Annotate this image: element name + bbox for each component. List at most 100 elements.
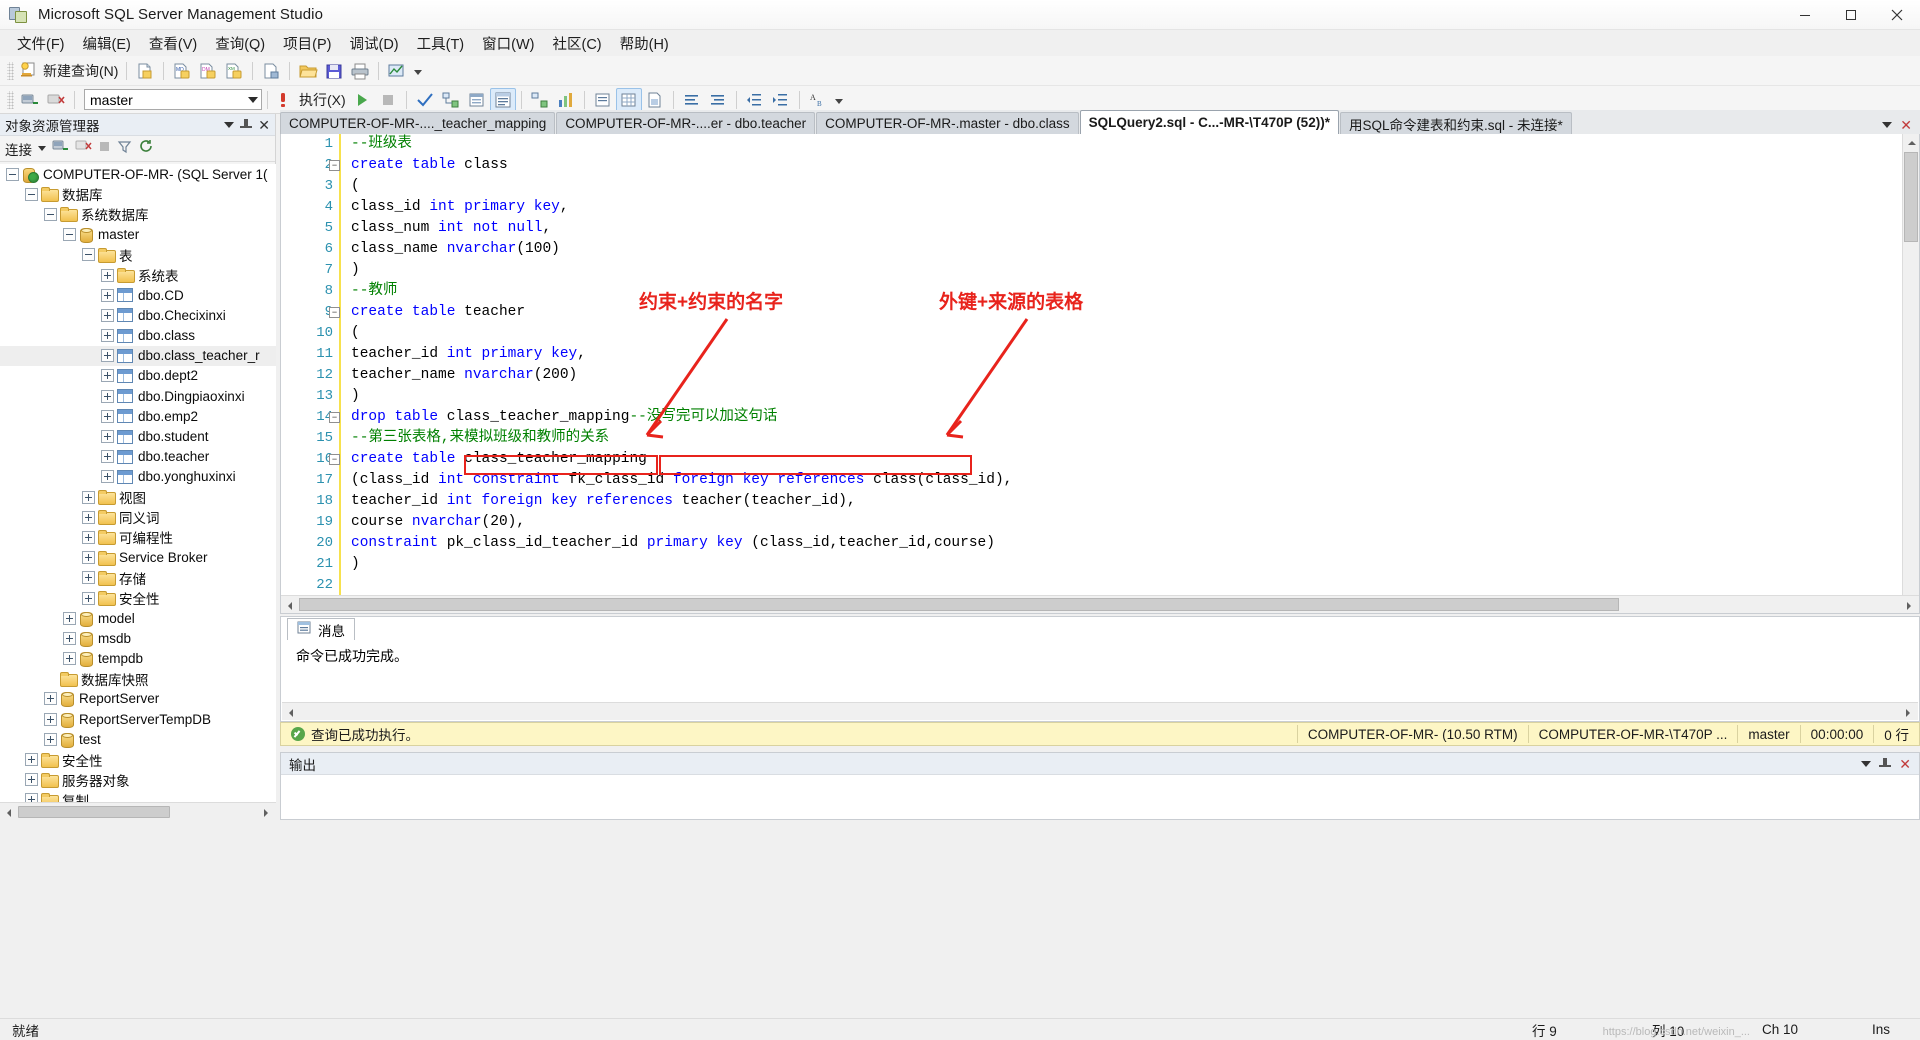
tree-node[interactable]: ReportServer (0, 689, 276, 709)
decrease-indent-button[interactable] (742, 88, 768, 112)
expand-icon[interactable] (101, 308, 114, 322)
menu-community[interactable]: 社区(C) (543, 30, 610, 57)
code-line[interactable]: class_num int not null, (339, 218, 1901, 239)
chevron-down-icon[interactable] (1861, 760, 1872, 767)
toolbar-grip[interactable] (7, 90, 14, 109)
expand-icon[interactable] (101, 389, 114, 403)
tree-node[interactable]: 存储 (0, 568, 276, 588)
code-line[interactable]: --教师 (339, 281, 1901, 302)
expand-icon[interactable] (82, 551, 95, 565)
expand-icon[interactable] (44, 692, 57, 706)
tree-node[interactable]: 安全性 (0, 588, 276, 608)
scroll-right-arrow-icon[interactable] (1901, 703, 1918, 720)
menu-edit[interactable]: 编辑(E) (74, 30, 140, 57)
stop-icon[interactable] (98, 140, 111, 158)
save-button[interactable] (321, 59, 347, 83)
menu-file[interactable]: 文件(F) (8, 30, 74, 57)
code-line[interactable]: teacher_id int foreign key references te… (339, 491, 1901, 512)
editor-tab[interactable]: COMPUTER-OF-MR-.master - dbo.class (816, 112, 1079, 134)
tree-node[interactable]: ReportServerTempDB (0, 709, 276, 729)
expand-icon[interactable] (82, 591, 95, 605)
tree-node[interactable]: 数据库快照 (0, 669, 276, 689)
code-line[interactable] (339, 575, 1901, 596)
scroll-up-arrow-icon[interactable] (1903, 134, 1919, 151)
menu-window[interactable]: 窗口(W) (473, 30, 543, 57)
expand-icon[interactable] (82, 530, 95, 544)
tree-node[interactable]: dbo.class (0, 326, 276, 346)
execute-button[interactable]: 执行(X) (273, 88, 349, 112)
expand-icon[interactable] (44, 732, 57, 746)
new-file-button[interactable] (132, 59, 158, 83)
expand-icon[interactable] (44, 712, 57, 726)
code-line[interactable]: class_id int primary key, (339, 197, 1901, 218)
new-mdx-query-button[interactable]: MD (169, 59, 195, 83)
open-file-button[interactable] (295, 59, 321, 83)
expand-icon[interactable] (63, 652, 76, 666)
messages-body[interactable]: 命令已成功完成。 (282, 640, 1918, 702)
scroll-right-arrow-icon[interactable] (1902, 596, 1919, 613)
tree-node[interactable]: 表 (0, 245, 276, 265)
close-icon[interactable]: ✕ (1899, 757, 1911, 771)
new-database-engine-query-button[interactable] (258, 59, 284, 83)
disconnect-button[interactable] (43, 88, 69, 112)
results-to-file-button[interactable] (642, 88, 668, 112)
parse-check-button[interactable] (412, 88, 438, 112)
menu-tools[interactable]: 工具(T) (408, 30, 474, 57)
editor-tab[interactable]: SQLQuery2.sql - C...-MR-\T470P (52))* (1079, 110, 1339, 134)
collapse-icon[interactable] (63, 228, 76, 242)
expand-icon[interactable] (101, 268, 114, 282)
results-to-grid-button[interactable] (615, 87, 642, 112)
tree-node[interactable]: tempdb (0, 649, 276, 669)
connect-button[interactable] (17, 88, 43, 112)
tree-node[interactable]: 系统表 (0, 265, 276, 285)
expand-icon[interactable] (63, 611, 76, 625)
code-line[interactable]: ( (339, 176, 1901, 197)
code-line[interactable]: − create table class (329, 155, 1901, 176)
results-to-text-mode-button[interactable] (590, 88, 616, 112)
tree-node[interactable]: dbo.Checixinxi (0, 305, 276, 325)
code-line[interactable]: --班级表 (339, 134, 1901, 155)
collapse-icon[interactable] (6, 167, 19, 181)
tree-node[interactable]: dbo.class_teacher_r (0, 345, 276, 366)
results-hscrollbar[interactable] (282, 702, 1918, 720)
results-to-text-button[interactable] (489, 87, 516, 112)
tree-node[interactable]: dbo.student (0, 426, 276, 446)
expand-icon[interactable] (25, 773, 38, 787)
close-icon[interactable]: ✕ (258, 118, 270, 132)
tree-node[interactable]: 服务器对象 (0, 770, 276, 790)
collapse-icon[interactable] (44, 207, 57, 221)
fold-toggle-icon[interactable]: − (329, 454, 340, 465)
refresh-icon[interactable] (138, 139, 154, 159)
tree-node[interactable]: COMPUTER-OF-MR- (SQL Server 1( (0, 164, 276, 184)
pin-icon[interactable] (1879, 757, 1892, 770)
hscroll-thumb[interactable] (18, 805, 170, 818)
chevron-down-icon[interactable] (38, 146, 46, 151)
vscroll-thumb[interactable] (1904, 152, 1918, 242)
tree-node[interactable]: dbo.CD (0, 285, 276, 305)
code-line[interactable]: course nvarchar(20), (339, 512, 1901, 533)
editor-tab[interactable]: COMPUTER-OF-MR-...._teacher_mapping (280, 112, 556, 134)
scroll-left-arrow-icon[interactable] (0, 803, 17, 820)
close-icon[interactable]: ✕ (1900, 118, 1912, 132)
new-query-button[interactable]: 新建查询(N) (17, 59, 121, 83)
menu-help[interactable]: 帮助(H) (611, 30, 678, 57)
expand-icon[interactable] (101, 329, 114, 343)
comment-button[interactable] (679, 88, 705, 112)
close-button[interactable] (1874, 0, 1920, 30)
code-line[interactable]: teacher_name nvarchar(200) (339, 365, 1901, 386)
code-line[interactable]: ) (339, 260, 1901, 281)
include-client-statistics-button[interactable] (553, 88, 579, 112)
connect-dropdown-label[interactable]: 连接 (5, 139, 32, 159)
database-selector[interactable]: master (84, 89, 262, 110)
editor-tab[interactable]: 用SQL命令建表和约束.sql - 未连接* (1339, 112, 1572, 134)
expand-icon[interactable] (63, 631, 76, 645)
tree-node[interactable]: test (0, 729, 276, 749)
menu-query[interactable]: 查询(Q) (206, 30, 274, 57)
scroll-left-arrow-icon[interactable] (282, 703, 299, 720)
code-line[interactable]: − create table teacher (329, 302, 1901, 323)
collapse-icon[interactable] (25, 187, 38, 201)
tree-node[interactable]: 视图 (0, 487, 276, 507)
new-dmx-query-button[interactable]: DM (195, 59, 221, 83)
expand-icon[interactable] (101, 409, 114, 423)
expand-icon[interactable] (101, 450, 114, 464)
